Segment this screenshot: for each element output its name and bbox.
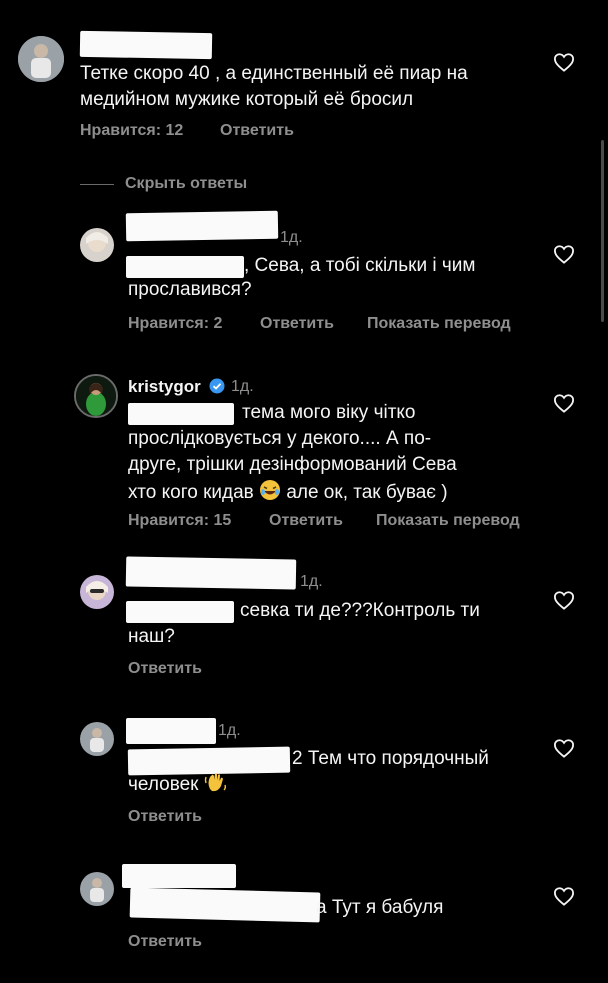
comment-time: 1д. xyxy=(218,722,241,739)
avatar-image xyxy=(80,872,114,906)
comment-text: наш? xyxy=(128,626,175,647)
redacted-mention xyxy=(129,887,321,923)
translate-button[interactable]: Показать перевод xyxy=(376,512,520,530)
redacted-username xyxy=(79,30,213,60)
heart-icon[interactable] xyxy=(553,393,575,413)
comment-text: тема мого віку чітко xyxy=(242,402,416,423)
reply-button[interactable]: Ответить xyxy=(220,122,294,140)
comment-text: 2 Тем что порядочный xyxy=(292,748,489,769)
verified-badge-icon xyxy=(209,378,225,394)
redacted-mention xyxy=(128,403,234,425)
reply-button[interactable]: Ответить xyxy=(128,933,202,951)
likes-count[interactable]: Нравится: 12 xyxy=(80,122,183,140)
heart-icon[interactable] xyxy=(553,886,575,906)
reply-button[interactable]: Ответить xyxy=(260,315,334,333)
avatar-image xyxy=(80,228,114,262)
avatar[interactable] xyxy=(80,575,114,609)
comment-text: прослідковується у декого.... А по- друг… xyxy=(128,428,457,475)
translate-button[interactable]: Показать перевод xyxy=(367,315,511,333)
avatar-image xyxy=(80,575,114,609)
avatar[interactable] xyxy=(80,228,114,262)
heart-icon[interactable] xyxy=(553,52,575,72)
comment-text: , Сева, а тобі скільки і чим xyxy=(244,255,476,276)
comment-text: прославився? xyxy=(128,279,252,300)
redacted-username xyxy=(126,718,216,744)
avatar[interactable] xyxy=(80,872,114,906)
comment-text: человек xyxy=(128,771,228,797)
avatar[interactable] xyxy=(80,722,114,756)
hide-replies-divider xyxy=(80,184,114,185)
avatar[interactable] xyxy=(74,374,118,418)
redacted-mention xyxy=(126,601,234,623)
reply-button[interactable]: Ответить xyxy=(128,808,202,826)
avatar-image xyxy=(76,376,116,416)
hide-replies-button[interactable]: Скрыть ответы xyxy=(125,175,247,193)
reply-button[interactable]: Ответить xyxy=(269,512,343,530)
reply-button[interactable]: Ответить xyxy=(128,660,202,678)
comment-time: 1д. xyxy=(280,229,303,246)
scrollbar[interactable] xyxy=(601,140,604,322)
likes-count[interactable]: Нравится: 2 xyxy=(128,315,222,333)
heart-icon[interactable] xyxy=(553,738,575,758)
comment-text: а Тут я бабуля xyxy=(316,897,444,918)
heart-icon[interactable] xyxy=(553,590,575,610)
laughing-emoji-icon xyxy=(260,480,281,500)
redacted-username xyxy=(122,864,236,888)
redacted-username xyxy=(125,556,297,590)
comment-text: хто кого кидав але ок, так буває ) xyxy=(128,479,448,505)
waving-hand-emoji-icon xyxy=(204,773,226,792)
username[interactable]: kristygor xyxy=(128,377,201,397)
avatar-image xyxy=(18,36,64,82)
comment-time: 1д. xyxy=(231,378,254,395)
avatar[interactable] xyxy=(18,36,64,82)
comment-time: 1д. xyxy=(300,573,323,590)
redacted-mention xyxy=(126,256,244,278)
avatar-image xyxy=(80,722,114,756)
comment-text: севка ти де???Контроль ти xyxy=(240,600,480,621)
heart-icon[interactable] xyxy=(553,244,575,264)
comment-text: Тетке скоро 40 , а единственный её пиар … xyxy=(80,63,468,110)
likes-count[interactable]: Нравится: 15 xyxy=(128,512,231,530)
redacted-username xyxy=(125,210,279,242)
